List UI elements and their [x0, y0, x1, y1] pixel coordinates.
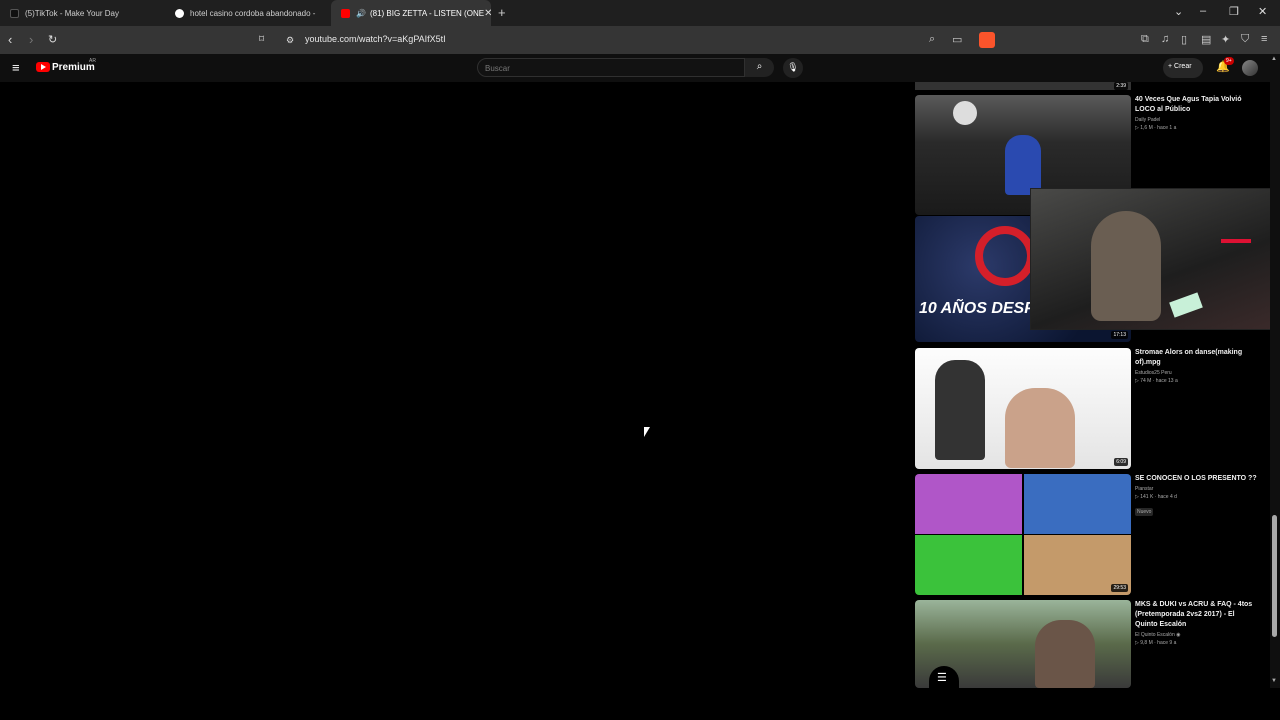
minimize-icon[interactable]: – — [1200, 5, 1206, 17]
avatar[interactable] — [1242, 60, 1258, 76]
channel-name[interactable]: Pianstar — [1135, 486, 1257, 492]
youtube-header: ≡ Premium AR Buscar ⌕ 🎙 + Crear 🔔 9+ — [0, 54, 1280, 82]
recommendation-item[interactable]: 6:09 Stromae Alors on danse(making of).m… — [915, 348, 1270, 469]
video-meta: Stromae Alors on danse(making of).mpg Es… — [1135, 348, 1257, 384]
miniplayer-card — [1169, 292, 1203, 318]
tab-label: hotel casino cordoba abandonado - — [190, 8, 316, 18]
video-title[interactable]: SE CONOCEN O LOS PRESENTO ?? — [1135, 474, 1257, 484]
duration-badge: 6:09 — [1114, 458, 1128, 466]
mouse-cursor-icon — [644, 427, 650, 437]
miniplayer-person — [1091, 211, 1161, 321]
tab-list-icon[interactable]: ⌄ — [1174, 5, 1183, 18]
scroll-down-icon[interactable]: ▼ — [1271, 678, 1277, 684]
wallet-icon[interactable]: ▤ — [1201, 33, 1211, 46]
voice-search-button[interactable]: 🎙 — [783, 58, 803, 78]
video-stats: ▷ 141 K · hace 4 d — [1135, 494, 1177, 500]
new-tab-icon[interactable]: + — [498, 5, 506, 20]
thumbnail-face — [1005, 388, 1075, 468]
list-icon: ☰ — [937, 672, 947, 684]
leo-icon[interactable]: ✦ — [1221, 33, 1230, 46]
duration-badge: 29:53 — [1111, 584, 1128, 592]
reload-icon[interactable]: ↻ — [48, 33, 57, 46]
miniplayer[interactable] — [1030, 188, 1280, 330]
media-icon[interactable]: ♫ — [1161, 33, 1169, 45]
youtube-icon — [341, 8, 350, 18]
thumbnail-figure — [1005, 135, 1041, 195]
video-meta: SE CONOCEN O LOS PRESENTO ?? Pianstar ▷ … — [1135, 474, 1257, 518]
tiktok-icon — [10, 8, 19, 18]
sidebar-icon[interactable]: ▯ — [1181, 33, 1187, 46]
new-badge: Nuevo — [1135, 508, 1154, 516]
recommendation-item[interactable]: MKS & DUKI vs ACRU & FAQ - 4tos (Pretemp… — [915, 600, 1270, 688]
scrollbar-thumb[interactable] — [1272, 515, 1277, 637]
padel-racket-icon — [953, 101, 977, 125]
channel-name[interactable]: Daily Padel — [1135, 117, 1257, 123]
thumbnail-quadrant — [915, 535, 1022, 595]
video-thumbnail[interactable]: 29:53 — [915, 474, 1131, 595]
bookmark-icon[interactable]: ⌑ — [259, 34, 264, 45]
speaker-icon: 🔊 — [356, 8, 366, 18]
mic-icon: 🎙 — [787, 62, 799, 72]
floating-menu-button[interactable]: ☰ — [929, 666, 959, 688]
channel-name[interactable]: El Quinto Escalón ◉ — [1135, 632, 1257, 638]
create-label: Crear — [1174, 63, 1192, 70]
video-stats: ▷ 9,8 M · hace 9 a — [1135, 640, 1177, 646]
video-thumbnail-partial[interactable]: 2:39 — [915, 82, 1131, 90]
thumbnail-snake — [975, 226, 1035, 286]
menu-icon[interactable]: ≡ — [1261, 33, 1267, 45]
thumbnail-quadrant — [915, 474, 1022, 534]
tab-tiktok[interactable]: (5)TikTok - Make Your Day — [0, 0, 165, 26]
youtube-logo-icon[interactable] — [36, 62, 50, 72]
brave-shields-icon[interactable] — [979, 32, 995, 48]
channel-name[interactable]: Estudios25 Peru — [1135, 370, 1257, 376]
tab-youtube[interactable]: 🔊 (81) BIG ZETTA - LISTEN (ONE ✕ — [331, 0, 491, 26]
video-stats: ▷ 1,6 M · hace 1 a — [1135, 125, 1177, 131]
search-button[interactable]: ⌕ — [745, 58, 774, 77]
browser-tab-bar: (5)TikTok - Make Your Day hotel casino c… — [0, 0, 1280, 26]
maximize-icon[interactable]: ❐ — [1229, 5, 1239, 18]
search-input[interactable]: Buscar — [477, 58, 745, 77]
video-title[interactable]: Stromae Alors on danse(making of).mpg — [1135, 348, 1257, 368]
scrollbar[interactable]: ▲ ▼ — [1270, 54, 1280, 688]
cast-icon[interactable]: ▭ — [952, 33, 962, 46]
create-button[interactable]: + Crear — [1163, 58, 1203, 78]
video-title[interactable]: MKS & DUKI vs ACRU & FAQ - 4tos (Pretemp… — [1135, 600, 1257, 630]
video-title[interactable]: 40 Veces Que Agus Tapia Volvió LOCO al P… — [1135, 95, 1257, 115]
duration-badge: 17:13 — [1111, 331, 1128, 339]
video-stats: ▷ 74 M · hace 13 a — [1135, 378, 1178, 384]
zoom-icon[interactable]: ⌕ — [929, 33, 935, 46]
tab-google[interactable]: hotel casino cordoba abandonado - — [165, 0, 330, 26]
video-thumbnail[interactable]: 6:09 — [915, 348, 1131, 469]
forward-icon[interactable]: › — [29, 32, 33, 47]
region-code: AR — [89, 58, 96, 64]
scroll-up-icon[interactable]: ▲ — [1271, 56, 1277, 62]
back-icon[interactable]: ‹ — [8, 32, 12, 47]
bottom-strip — [0, 688, 1280, 720]
duration-badge: 2:39 — [1114, 82, 1128, 90]
google-icon — [175, 8, 184, 18]
tab-label: (81) BIG ZETTA - LISTEN (ONE — [369, 8, 485, 18]
extensions-icon[interactable]: ⧉ — [1141, 33, 1149, 46]
miniplayer-light — [1221, 239, 1251, 243]
tab-label: (5)TikTok - Make Your Day — [25, 8, 119, 18]
search-icon: ⌕ — [756, 61, 763, 72]
video-meta: 40 Veces Que Agus Tapia Volvió LOCO al P… — [1135, 95, 1257, 131]
close-window-icon[interactable]: ✕ — [1258, 5, 1267, 18]
hamburger-icon[interactable]: ≡ — [12, 60, 20, 75]
address-bar-row: ‹ › ↻ ⌑ ⚙ youtube.com/watch?v=aKgPAIfX5t… — [0, 26, 1280, 54]
site-info-icon[interactable]: ⚙ — [286, 35, 294, 46]
notification-count: 9+ — [1224, 57, 1234, 65]
thumbnail-figure — [935, 360, 985, 460]
thumbnail-figure — [1035, 620, 1095, 688]
url-field[interactable]: youtube.com/watch?v=aKgPAIfX5tI — [305, 34, 446, 44]
recommendation-item[interactable]: 29:53 SE CONOCEN O LOS PRESENTO ?? Pians… — [915, 474, 1270, 595]
video-meta: MKS & DUKI vs ACRU & FAQ - 4tos (Pretemp… — [1135, 600, 1257, 646]
thumbnail-quadrant — [1024, 474, 1131, 534]
vpn-icon[interactable]: ⛉ — [1241, 33, 1249, 46]
close-tab-icon[interactable]: ✕ — [484, 8, 491, 19]
